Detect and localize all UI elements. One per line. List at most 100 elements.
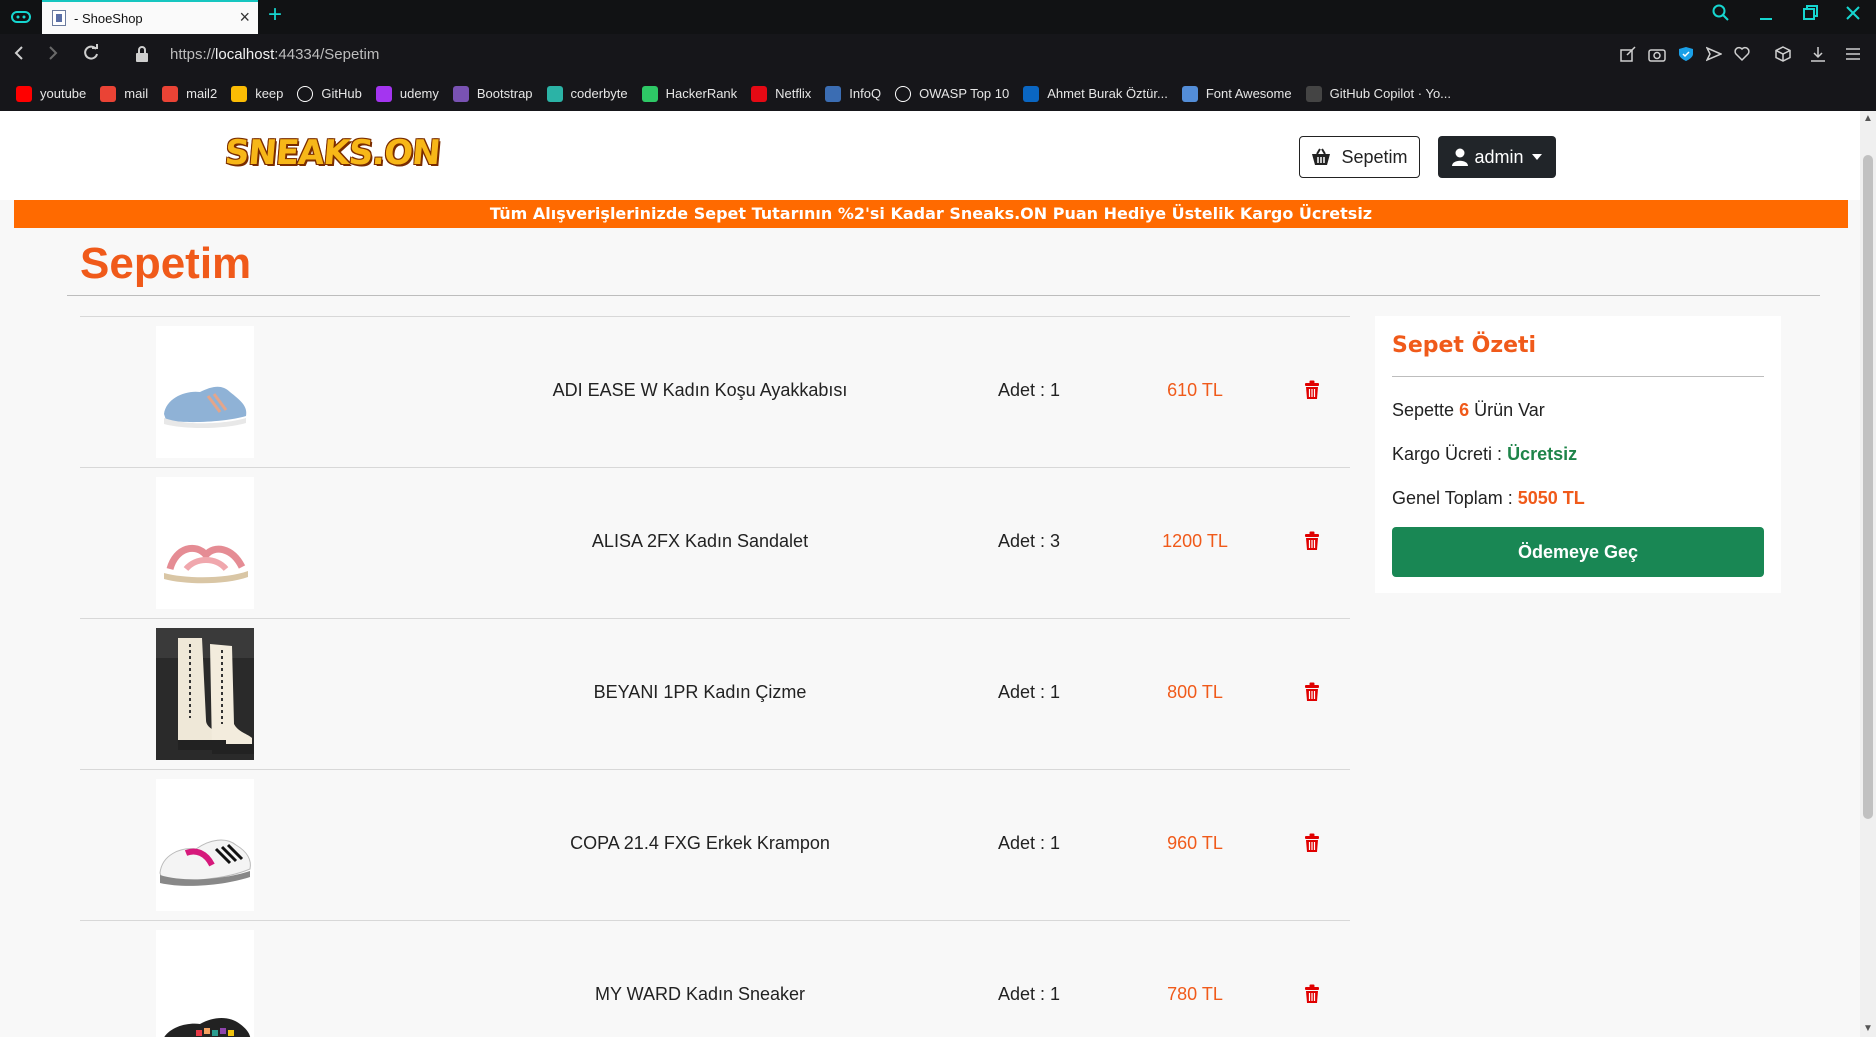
- bookmark-item[interactable]: mail: [100, 85, 148, 102]
- bookmark-label: GitHub: [321, 86, 362, 101]
- bookmark-item[interactable]: keep: [231, 85, 283, 102]
- bookmark-item[interactable]: Bootstrap: [452, 85, 533, 102]
- bookmark-item[interactable]: coderbyte: [546, 85, 628, 102]
- cart-item-row: BEYANI 1PR Kadın Çizme Adet : 1 800 TL: [80, 618, 1350, 769]
- cart-item-row: ADI EASE W Kadın Koşu Ayakkabısı Adet : 1…: [80, 316, 1350, 467]
- summary-shipping: Kargo Ücreti : Ücretsiz: [1392, 444, 1577, 465]
- product-name[interactable]: ALISA 2FX Kadın Sandalet: [480, 531, 920, 552]
- item-count-prefix: Sepette: [1392, 400, 1455, 420]
- tab-close-icon[interactable]: ×: [239, 8, 250, 26]
- product-image[interactable]: [156, 477, 254, 609]
- product-quantity: Adet : 3: [998, 531, 1061, 551]
- forward-icon[interactable]: [46, 43, 60, 69]
- trash-icon[interactable]: [1304, 531, 1320, 551]
- title-divider: [67, 295, 1820, 296]
- github-icon: [297, 85, 314, 102]
- bookmark-item[interactable]: Ahmet Burak Öztür...: [1023, 85, 1168, 102]
- bookmark-label: InfoQ: [849, 86, 882, 101]
- send-icon[interactable]: [1705, 46, 1723, 67]
- promo-banner: Tüm Alışverişlerinizde Sepet Tutarının %…: [14, 200, 1848, 228]
- new-tab-icon[interactable]: +: [268, 2, 282, 28]
- product-name[interactable]: ADI EASE W Kadın Koşu Ayakkabısı: [480, 380, 920, 401]
- linkedin-icon: [1023, 85, 1040, 102]
- product-price: 610 TL: [1167, 380, 1223, 400]
- shipping-label: Kargo Ücreti :: [1392, 444, 1503, 464]
- page-viewport: SNEAKS.ON Sepetim admin Tüm Alışverişler…: [0, 111, 1860, 1037]
- bookmark-item[interactable]: GitHub: [297, 85, 362, 102]
- bookmark-label: Bootstrap: [476, 86, 533, 101]
- infoq-icon: [825, 85, 842, 102]
- bookmark-item[interactable]: mail2: [162, 85, 217, 102]
- product-name[interactable]: COPA 21.4 FXG Erkek Krampon: [480, 833, 920, 854]
- gamepad-icon[interactable]: [10, 8, 32, 26]
- product-name[interactable]: MY WARD Kadın Sneaker: [480, 984, 920, 1005]
- netflix-icon: [751, 85, 768, 102]
- trash-icon[interactable]: [1304, 984, 1320, 1004]
- owasp-icon: [895, 85, 912, 102]
- search-icon[interactable]: [1712, 4, 1730, 27]
- trash-icon[interactable]: [1304, 380, 1320, 400]
- bookmark-item[interactable]: youtube: [16, 85, 87, 102]
- basket-icon: [1312, 148, 1331, 165]
- shield-icon[interactable]: [1678, 46, 1694, 67]
- product-quantity: Adet : 1: [998, 833, 1061, 853]
- cart-item-row: ALISA 2FX Kadın Sandalet Adet : 3 1200 TL: [80, 467, 1350, 618]
- product-image[interactable]: [156, 326, 254, 458]
- site-navbar: SNEAKS.ON Sepetim admin: [0, 111, 1860, 200]
- bookmark-label: youtube: [40, 86, 87, 101]
- bookmark-item[interactable]: Netflix: [751, 85, 811, 102]
- user-menu-button[interactable]: admin: [1438, 136, 1556, 178]
- bookmark-item[interactable]: InfoQ: [825, 85, 882, 102]
- trash-icon[interactable]: [1304, 833, 1320, 853]
- restore-icon[interactable]: [1802, 4, 1818, 27]
- product-name[interactable]: BEYANI 1PR Kadın Çizme: [480, 682, 920, 703]
- camera-icon[interactable]: [1648, 46, 1666, 67]
- product-image[interactable]: [156, 779, 254, 911]
- site-logo[interactable]: SNEAKS.ON: [223, 133, 441, 173]
- address-bar: https://localhost:44334/Sepetim: [0, 34, 1876, 76]
- user-icon: [1452, 148, 1469, 166]
- bookmark-label: OWASP Top 10: [919, 86, 1010, 101]
- page-scrollbar[interactable]: ▲ ▼: [1860, 111, 1876, 1037]
- close-window-icon[interactable]: [1845, 4, 1861, 27]
- back-icon[interactable]: [12, 43, 26, 69]
- browser-tab-bar: - ShoeShop × +: [0, 0, 1876, 34]
- bookmark-item[interactable]: HackerRank: [641, 85, 738, 102]
- caret-down-icon: [1531, 154, 1542, 160]
- lock-icon[interactable]: [135, 46, 149, 62]
- bookmark-label: coderbyte: [570, 86, 628, 101]
- product-image[interactable]: [156, 930, 254, 1037]
- scrollbar-thumb[interactable]: [1863, 155, 1873, 819]
- browser-tab[interactable]: - ShoeShop ×: [42, 0, 258, 34]
- scroll-down-icon[interactable]: ▼: [1863, 1023, 1873, 1034]
- menu-icon[interactable]: [1845, 46, 1861, 67]
- fontawesome-icon: [1181, 85, 1198, 102]
- download-icon[interactable]: [1810, 46, 1826, 67]
- bookmark-item[interactable]: Font Awesome: [1181, 85, 1292, 102]
- bookmark-label: HackerRank: [665, 86, 738, 101]
- page-title: Sepetim: [80, 239, 252, 288]
- bookmark-item[interactable]: OWASP Top 10: [895, 85, 1010, 102]
- product-image[interactable]: [156, 628, 254, 760]
- bootstrap-icon: [452, 85, 469, 102]
- bookmark-item[interactable]: GitHub Copilot · Yo...: [1305, 85, 1451, 102]
- summary-divider: [1392, 376, 1764, 377]
- hackerrank-icon: [641, 85, 658, 102]
- bookmark-item[interactable]: udemy: [375, 85, 439, 102]
- url-field[interactable]: https://localhost:44334/Sepetim: [170, 46, 379, 63]
- scroll-up-icon[interactable]: ▲: [1863, 113, 1873, 124]
- product-quantity: Adet : 1: [998, 984, 1061, 1004]
- checkout-button[interactable]: Ödemeye Geç: [1392, 527, 1764, 577]
- product-price: 800 TL: [1167, 682, 1223, 702]
- github-icon: [1305, 85, 1322, 102]
- cube-icon[interactable]: [1775, 46, 1791, 67]
- gmail-icon: [162, 85, 179, 102]
- cart-button[interactable]: Sepetim: [1299, 136, 1420, 178]
- reload-icon[interactable]: [82, 43, 100, 69]
- summary-total: Genel Toplam : 5050 TL: [1392, 488, 1585, 509]
- share-icon[interactable]: [1620, 46, 1636, 67]
- product-quantity: Adet : 1: [998, 380, 1061, 400]
- trash-icon[interactable]: [1304, 682, 1320, 702]
- minimize-icon[interactable]: [1758, 4, 1774, 27]
- heart-icon[interactable]: [1734, 46, 1750, 67]
